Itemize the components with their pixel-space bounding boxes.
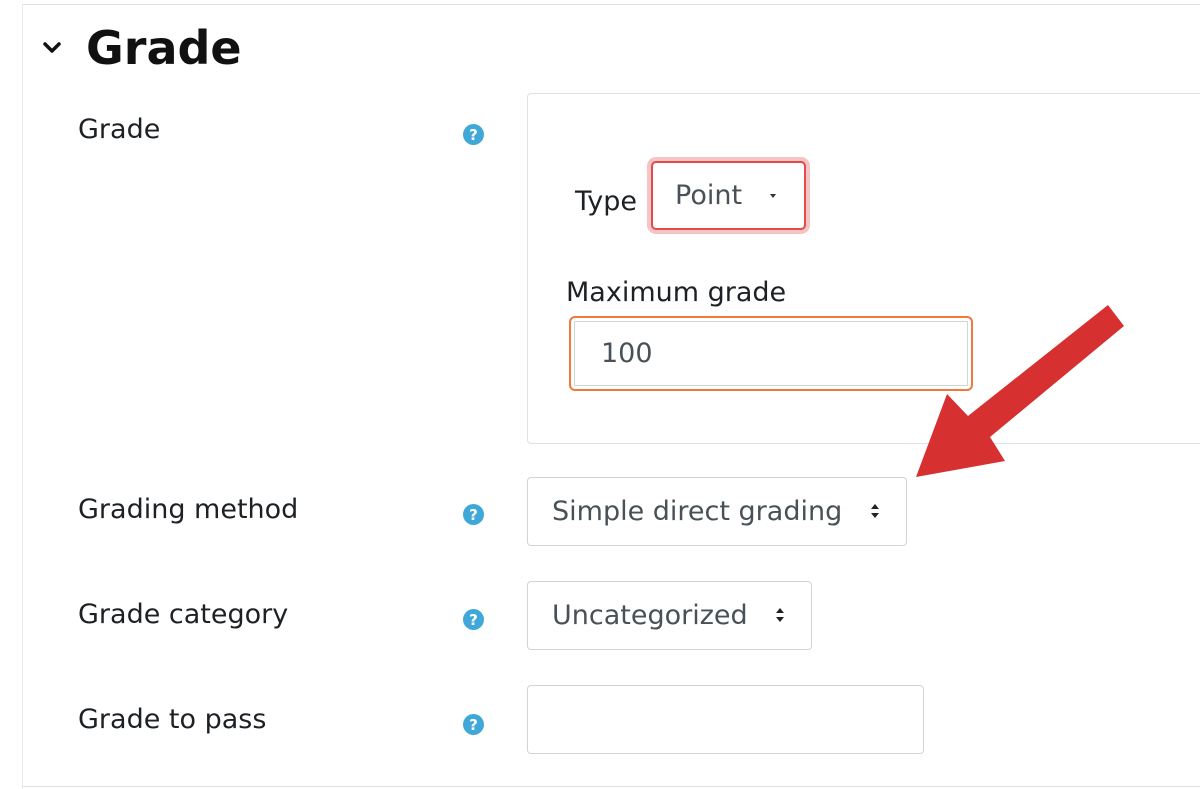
grade-category-value: Uncategorized — [552, 600, 748, 631]
section-title: Grade — [86, 21, 242, 75]
left-divider — [22, 4, 23, 789]
maximum-grade-input[interactable] — [569, 316, 973, 391]
help-icon[interactable]: ? — [463, 609, 484, 630]
sort-arrows-icon — [775, 608, 785, 624]
grade-category-select[interactable]: Uncategorized — [527, 581, 812, 650]
chevron-down-icon[interactable] — [38, 34, 66, 62]
help-icon[interactable]: ? — [463, 714, 484, 735]
grade-group-box — [527, 93, 1200, 444]
caret-down-icon — [770, 194, 776, 198]
grade-label: Grade — [78, 114, 161, 145]
grading-method-value: Simple direct grading — [552, 496, 843, 527]
help-icon[interactable]: ? — [463, 504, 484, 525]
grade-to-pass-label: Grade to pass — [78, 704, 267, 735]
help-icon[interactable]: ? — [463, 124, 484, 145]
sort-arrows-icon — [870, 504, 880, 520]
top-divider — [22, 4, 1200, 5]
type-select[interactable]: Point — [651, 161, 806, 230]
type-label: Type — [575, 186, 638, 217]
type-select-value: Point — [675, 180, 743, 211]
grade-settings-panel: Grade Grade ? Type Point Maximum grade G… — [0, 0, 1200, 789]
grading-method-label: Grading method — [78, 494, 299, 525]
bottom-divider — [22, 786, 1200, 787]
section-header[interactable]: Grade — [38, 18, 242, 78]
grading-method-select[interactable]: Simple direct grading — [527, 477, 907, 546]
grade-category-label: Grade category — [78, 599, 289, 630]
grade-to-pass-input[interactable] — [527, 685, 924, 754]
maximum-grade-label: Maximum grade — [566, 277, 787, 308]
